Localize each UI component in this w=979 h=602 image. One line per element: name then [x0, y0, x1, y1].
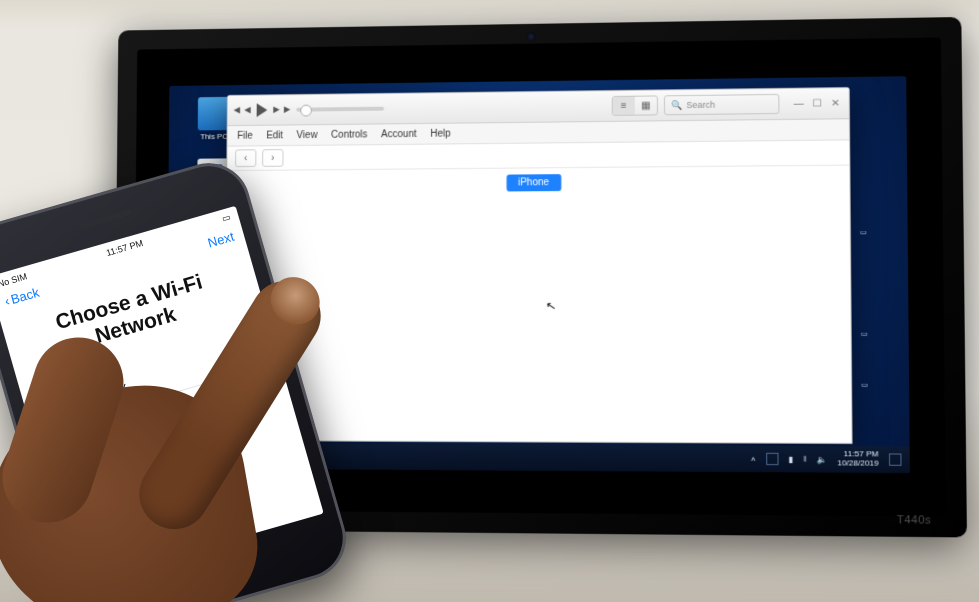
tray-up-icon[interactable]: ˄	[751, 454, 756, 463]
close-button[interactable]: ✕	[828, 98, 842, 109]
menu-account[interactable]: Account	[381, 128, 416, 139]
wifi-icon[interactable]: ⧛	[803, 454, 806, 464]
play-button[interactable]	[257, 103, 268, 117]
minimize-button[interactable]: —	[792, 98, 806, 109]
device-pill[interactable]: iPhone	[506, 174, 561, 191]
search-input[interactable]: 🔍 Search	[664, 94, 780, 115]
itunes-window: ◄◄ ►► ≡ ▦ 🔍 Search	[224, 87, 852, 444]
view-toggle[interactable]: ≡ ▦	[612, 95, 658, 115]
taskbar-clock[interactable]: 11:57 PM 10/28/2019	[837, 450, 879, 468]
phone-speaker	[78, 209, 132, 230]
back-label: Back	[9, 285, 41, 307]
search-icon: 🔍	[671, 100, 682, 111]
menu-file[interactable]: File	[237, 130, 253, 141]
nav-forward-button[interactable]: ›	[262, 149, 283, 167]
action-center-icon[interactable]	[889, 453, 902, 465]
tray-icon[interactable]	[766, 453, 778, 465]
maximize-button[interactable]: ☐	[810, 98, 824, 109]
menu-view[interactable]: View	[297, 130, 318, 141]
laptop-model-label: T440s	[897, 514, 932, 527]
previous-track-button[interactable]: ◄◄	[233, 101, 250, 119]
taskbar-date: 10/28/2019	[837, 459, 879, 468]
nav-back-button[interactable]: ‹	[235, 149, 256, 167]
next-track-button[interactable]: ►►	[273, 101, 291, 119]
menu-edit[interactable]: Edit	[266, 130, 283, 141]
mouse-cursor-icon: ↖	[545, 298, 557, 314]
battery-icon: ▭	[221, 212, 232, 225]
battery-icon[interactable]: ▮	[789, 454, 794, 463]
volume-slider[interactable]	[296, 107, 384, 112]
volume-icon[interactable]: 🔈	[817, 455, 827, 464]
webcam	[526, 32, 536, 42]
menu-help[interactable]: Help	[430, 128, 450, 139]
search-placeholder: Search	[686, 100, 715, 110]
grid-view-icon[interactable]: ▦	[635, 96, 657, 114]
menu-controls[interactable]: Controls	[331, 129, 367, 140]
itunes-content: iPhone ↖	[225, 166, 851, 443]
next-button[interactable]: Next	[206, 229, 236, 251]
list-view-icon[interactable]: ≡	[613, 97, 635, 115]
